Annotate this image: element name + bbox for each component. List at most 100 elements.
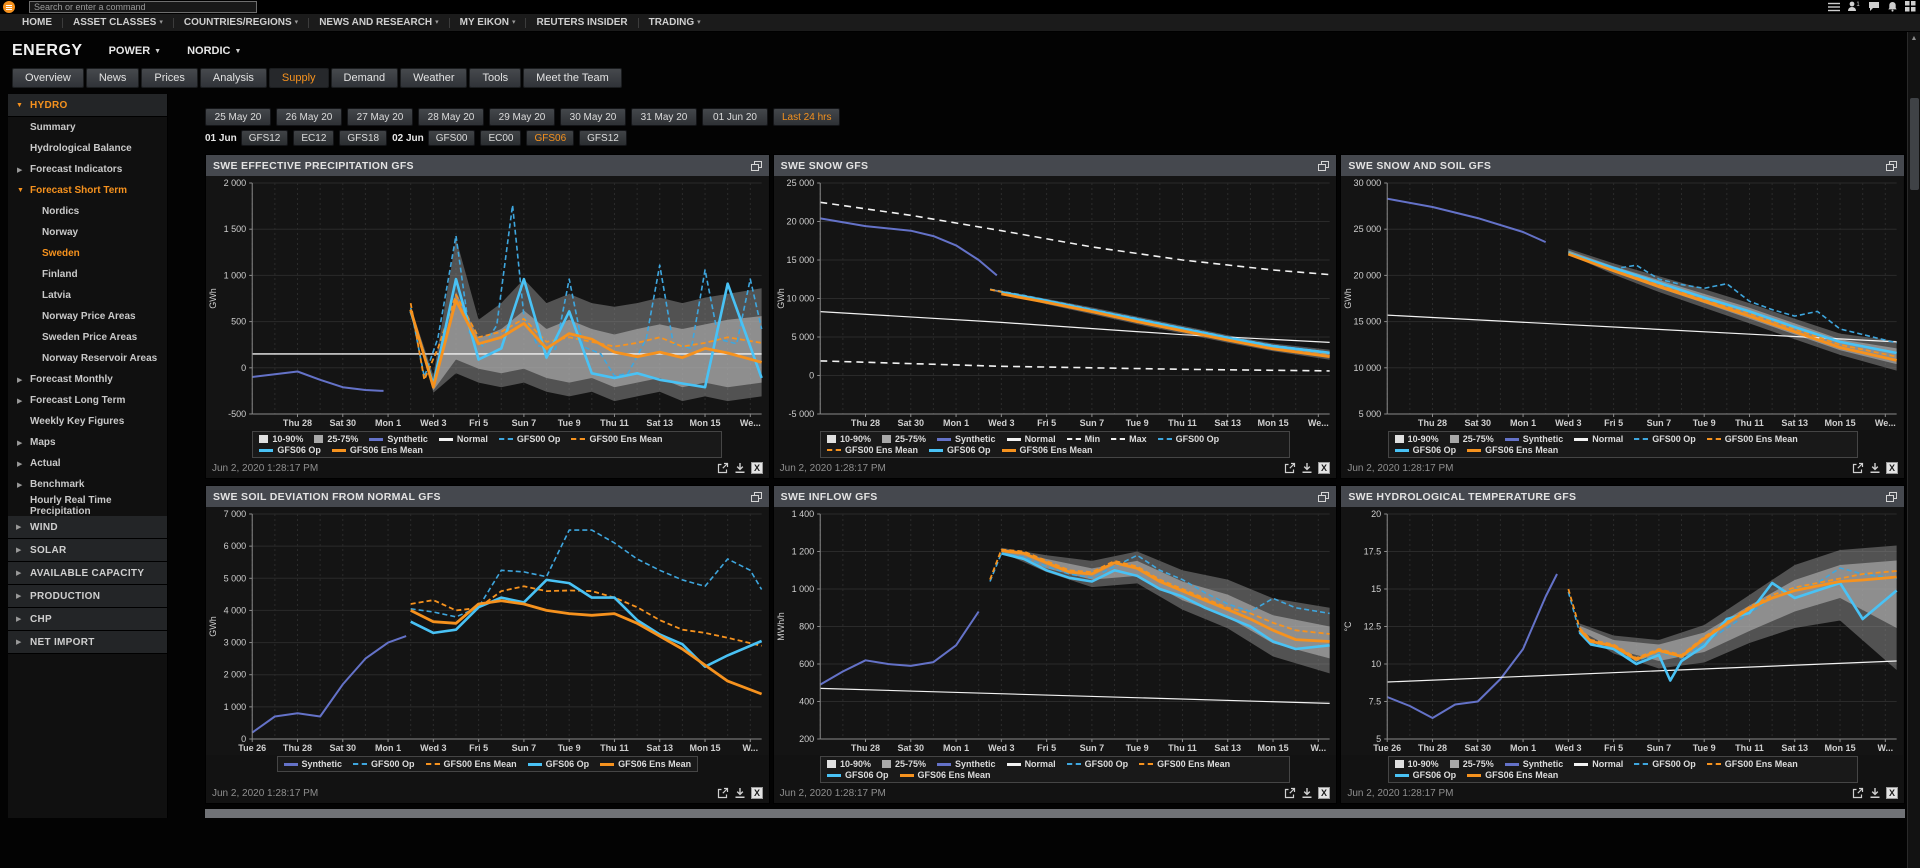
legend-item-gfs06-ens-mean[interactable]: GFS06 Ens Mean [332, 445, 423, 455]
legend-item-gfs00-ens-mean[interactable]: GFS00 Ens Mean [827, 445, 918, 455]
legend-item-min[interactable]: Min [1067, 434, 1101, 444]
legend-item-10-90[interactable]: 10-90% [827, 759, 871, 769]
download-icon[interactable] [1301, 787, 1313, 799]
download-icon[interactable] [734, 462, 746, 474]
apps-grid-icon[interactable] [1905, 1, 1916, 12]
run-button-ec12[interactable]: EC12 [293, 130, 334, 146]
popout-icon[interactable] [751, 492, 762, 502]
tab-weather[interactable]: Weather [400, 68, 467, 88]
popout-icon[interactable] [1886, 492, 1897, 502]
run-button-ec00[interactable]: EC00 [480, 130, 521, 146]
legend-item-gfs06-op[interactable]: GFS06 Op [1395, 770, 1457, 780]
legend-item-gfs00-op[interactable]: GFS00 Op [499, 434, 561, 444]
sidebar-item-forecast-monthly[interactable]: ▶Forecast Monthly [8, 369, 167, 390]
legend-item-25-75[interactable]: 25-75% [1450, 434, 1494, 444]
sidebar-item-nordics[interactable]: Nordics [8, 201, 167, 222]
sidebar-item-weekly-key-figures[interactable]: Weekly Key Figures [8, 411, 167, 432]
legend-item-gfs00-ens-mean[interactable]: GFS00 Ens Mean [571, 434, 662, 444]
legend-item-gfs06-op[interactable]: GFS06 Op [929, 445, 991, 455]
legend-item-gfs06-op[interactable]: GFS06 Op [827, 770, 889, 780]
date-button-last-24-hrs[interactable]: Last 24 hrs [773, 108, 840, 126]
sidebar-section-solar[interactable]: ▶SOLAR [8, 539, 167, 562]
tab-supply[interactable]: Supply [269, 68, 329, 88]
legend-item-normal[interactable]: Normal [1574, 434, 1623, 444]
download-icon[interactable] [1301, 462, 1313, 474]
sidebar-item-sweden-price-areas[interactable]: Sweden Price Areas [8, 327, 167, 348]
legend-item-10-90[interactable]: 10-90% [827, 434, 871, 444]
legend-item-synthetic[interactable]: Synthetic [937, 434, 996, 444]
tab-news[interactable]: News [86, 68, 140, 88]
run-button-gfs06[interactable]: GFS06 [526, 130, 574, 146]
popout-icon[interactable] [1886, 161, 1897, 171]
legend-item-25-75[interactable]: 25-75% [882, 434, 926, 444]
sidebar-section-available-capacity[interactable]: ▶AVAILABLE CAPACITY [8, 562, 167, 585]
sidebar-item-benchmark[interactable]: ▶Benchmark [8, 474, 167, 495]
sidebar-section-production[interactable]: ▶PRODUCTION [8, 585, 167, 608]
nordic-selector[interactable]: NORDIC▼ [187, 45, 241, 57]
run-button-gfs00[interactable]: GFS00 [428, 130, 476, 146]
sidebar-section-net-import[interactable]: ▶NET IMPORT [8, 631, 167, 654]
download-icon[interactable] [734, 787, 746, 799]
legend-item-normal[interactable]: Normal [439, 434, 488, 444]
open-external-icon[interactable] [1284, 462, 1296, 474]
popout-icon[interactable] [1318, 161, 1329, 171]
tab-prices[interactable]: Prices [141, 68, 198, 88]
vertical-scrollbar[interactable]: ▲ [1907, 32, 1920, 868]
open-external-icon[interactable] [1284, 787, 1296, 799]
menu-item-home[interactable]: HOME [12, 17, 62, 28]
legend-item-gfs06-op[interactable]: GFS06 Op [1395, 445, 1457, 455]
open-external-icon[interactable] [717, 462, 729, 474]
sidebar-item-maps[interactable]: ▶Maps [8, 432, 167, 453]
notifications-icon[interactable] [1887, 1, 1898, 12]
run-button-gfs12[interactable]: GFS12 [579, 130, 627, 146]
legend-item-gfs06-op[interactable]: GFS06 Op [259, 445, 321, 455]
export-excel-icon[interactable]: X [751, 787, 763, 799]
chat-icon[interactable] [1868, 1, 1880, 12]
sidebar-item-norway[interactable]: Norway [8, 222, 167, 243]
download-icon[interactable] [1869, 462, 1881, 474]
sidebar-item-latvia[interactable]: Latvia [8, 285, 167, 306]
legend-item-normal[interactable]: Normal [1007, 759, 1056, 769]
sidebar-item-norway-reservoir-areas[interactable]: Norway Reservoir Areas [8, 348, 167, 369]
menu-item-my-eikon[interactable]: MY EIKON▾ [450, 17, 526, 28]
popout-icon[interactable] [751, 161, 762, 171]
legend-item-max[interactable]: Max [1111, 434, 1147, 444]
popout-icon[interactable] [1318, 492, 1329, 502]
power-selector[interactable]: POWER▼ [109, 45, 162, 57]
menu-icon[interactable] [1828, 2, 1840, 12]
sidebar-item-actual[interactable]: ▶Actual [8, 453, 167, 474]
export-excel-icon[interactable]: X [1886, 787, 1898, 799]
legend-item-gfs06-ens-mean[interactable]: GFS06 Ens Mean [600, 759, 691, 769]
legend-item-gfs06-ens-mean[interactable]: GFS06 Ens Mean [1467, 770, 1558, 780]
legend-item-synthetic[interactable]: Synthetic [1505, 759, 1564, 769]
sidebar-item-norway-price-areas[interactable]: Norway Price Areas [8, 306, 167, 327]
legend-item-synthetic[interactable]: Synthetic [284, 759, 343, 769]
date-button-31-may-20[interactable]: 31 May 20 [631, 108, 697, 126]
scroll-up-arrow[interactable]: ▲ [1908, 32, 1920, 42]
export-excel-icon[interactable]: X [1318, 462, 1330, 474]
sidebar-section-hydro[interactable]: ▼HYDRO [8, 94, 167, 117]
legend-item-normal[interactable]: Normal [1007, 434, 1056, 444]
date-button-01-jun-20[interactable]: 01 Jun 20 [702, 108, 768, 126]
legend-item-25-75[interactable]: 25-75% [314, 434, 358, 444]
legend-item-gfs00-ens-mean[interactable]: GFS00 Ens Mean [426, 759, 517, 769]
legend-item-gfs06-ens-mean[interactable]: GFS06 Ens Mean [1467, 445, 1558, 455]
open-external-icon[interactable] [717, 787, 729, 799]
run-button-gfs18[interactable]: GFS18 [339, 130, 387, 146]
eikon-logo[interactable] [3, 1, 15, 13]
legend-item-gfs00-op[interactable]: GFS00 Op [1634, 759, 1696, 769]
menu-item-news-and-research[interactable]: NEWS AND RESEARCH▾ [309, 17, 448, 28]
open-external-icon[interactable] [1852, 787, 1864, 799]
legend-item-gfs00-op[interactable]: GFS00 Op [1067, 759, 1129, 769]
scrollbar-thumb[interactable] [1910, 98, 1919, 190]
date-button-27-may-20[interactable]: 27 May 20 [347, 108, 413, 126]
sidebar-item-forecast-indicators[interactable]: ▶Forecast Indicators [8, 159, 167, 180]
sidebar-item-forecast-long-term[interactable]: ▶Forecast Long Term [8, 390, 167, 411]
legend-item-gfs00-op[interactable]: GFS00 Op [1634, 434, 1696, 444]
sidebar-item-finland[interactable]: Finland [8, 264, 167, 285]
legend-item-synthetic[interactable]: Synthetic [369, 434, 428, 444]
tab-tools[interactable]: Tools [469, 68, 521, 88]
legend-item-10-90[interactable]: 10-90% [1395, 759, 1439, 769]
tab-overview[interactable]: Overview [12, 68, 84, 88]
sidebar-item-forecast-short-term[interactable]: ▼Forecast Short Term [8, 180, 167, 201]
